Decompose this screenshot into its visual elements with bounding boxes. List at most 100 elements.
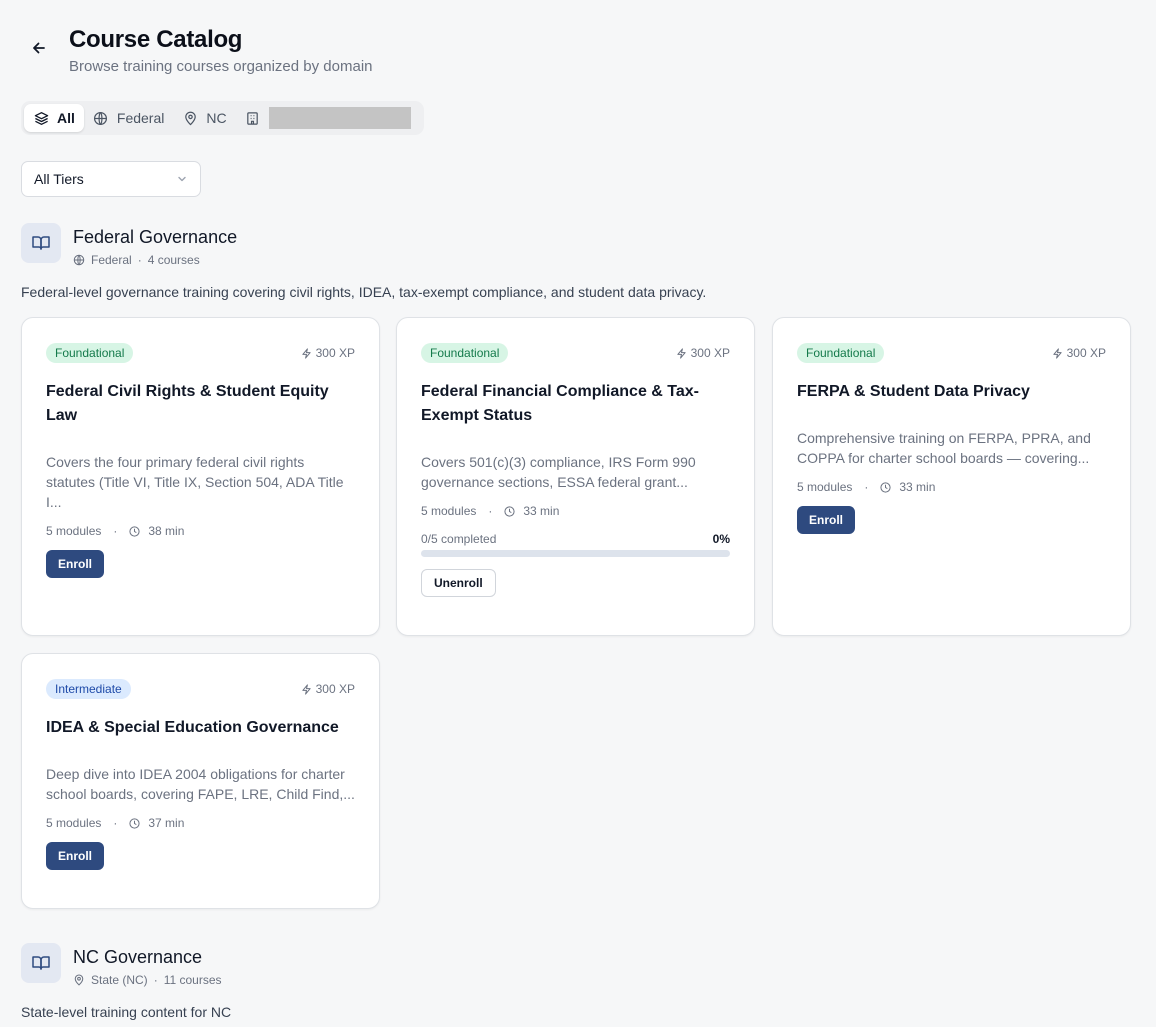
tier-badge: Foundational bbox=[797, 343, 885, 363]
domain-text: Federal Governance Federal · 4 courses bbox=[73, 223, 237, 267]
enroll-button[interactable]: Enroll bbox=[797, 506, 856, 534]
xp-value: 300 XP bbox=[315, 346, 355, 360]
card-top: Foundational 300 XP bbox=[421, 342, 730, 364]
separator: · bbox=[113, 816, 118, 830]
zap-icon bbox=[676, 347, 686, 359]
zap-icon bbox=[301, 683, 311, 695]
tier-select[interactable]: All Tiers bbox=[21, 161, 201, 197]
back-button[interactable] bbox=[28, 37, 50, 59]
tab-all[interactable]: All bbox=[24, 104, 84, 132]
card-top: Intermediate 300 XP bbox=[46, 678, 355, 700]
xp-label: 300 XP bbox=[676, 346, 730, 360]
xp-value: 300 XP bbox=[690, 346, 730, 360]
duration: 33 min bbox=[899, 480, 936, 494]
globe-icon bbox=[93, 110, 109, 126]
clock-icon bbox=[504, 505, 515, 517]
domain-text: NC Governance State (NC) · 11 courses bbox=[73, 943, 222, 987]
course-card[interactable]: Foundational 300 XP Federal Financial Co… bbox=[396, 317, 755, 636]
domain-count: 11 courses bbox=[163, 973, 222, 987]
course-meta: 5 modules · 38 min bbox=[46, 524, 355, 538]
course-description: Covers the four primary federal civil ri… bbox=[46, 454, 344, 510]
chevron-down-icon bbox=[178, 176, 186, 182]
xp-label: 300 XP bbox=[301, 346, 355, 360]
domain-meta: Federal · 4 courses bbox=[73, 253, 237, 267]
course-card[interactable]: Foundational 300 XP FERPA & Student Data… bbox=[772, 317, 1131, 636]
tab-school[interactable] bbox=[236, 104, 420, 132]
tier-badge: Intermediate bbox=[46, 679, 131, 699]
separator: · bbox=[488, 504, 493, 518]
clock-icon bbox=[129, 525, 140, 537]
course-description: Deep dive into IDEA 2004 obligations for… bbox=[46, 766, 355, 802]
map-pin-icon bbox=[182, 110, 198, 126]
duration: 33 min bbox=[523, 504, 560, 518]
xp-value: 300 XP bbox=[315, 682, 355, 696]
page-header: Course Catalog Browse training courses o… bbox=[28, 26, 373, 75]
card-top: Foundational 300 XP bbox=[797, 342, 1106, 364]
domain-title: Federal Governance bbox=[73, 227, 238, 247]
zap-icon bbox=[301, 347, 311, 359]
title-block: Course Catalog Browse training courses o… bbox=[69, 26, 373, 75]
globe-icon bbox=[73, 254, 85, 266]
course-meta: 5 modules · 37 min bbox=[46, 816, 355, 830]
domain-header-nc: NC Governance State (NC) · 11 courses bbox=[21, 943, 222, 987]
scope-filter-tabs: All Federal NC bbox=[21, 101, 424, 135]
module-count: 5 modules bbox=[46, 524, 102, 538]
tab-federal[interactable]: Federal bbox=[84, 104, 173, 132]
separator: · bbox=[864, 480, 869, 494]
module-count: 5 modules bbox=[797, 480, 853, 494]
clock-icon bbox=[880, 481, 891, 493]
domain-scope: Federal bbox=[91, 253, 132, 267]
tier-badge: Foundational bbox=[421, 343, 509, 363]
map-pin-icon bbox=[74, 974, 84, 986]
course-card[interactable]: Intermediate 300 XP IDEA & Special Educa… bbox=[21, 653, 380, 909]
course-title: IDEA & Special Education Governance bbox=[46, 719, 339, 736]
course-title: Federal Financial Compliance & Tax-Exemp… bbox=[421, 383, 699, 424]
progress-bar bbox=[421, 550, 730, 557]
tier-badge: Foundational bbox=[46, 343, 134, 363]
unenroll-button[interactable]: Unenroll bbox=[421, 569, 496, 597]
page-subtitle: Browse training courses organized by dom… bbox=[69, 58, 373, 75]
domain-description: Federal-level governance training coveri… bbox=[21, 284, 707, 300]
xp-label: 300 XP bbox=[301, 682, 355, 696]
xp-value: 300 XP bbox=[1066, 346, 1106, 360]
separator: · bbox=[113, 524, 118, 538]
duration: 37 min bbox=[148, 816, 185, 830]
building-icon bbox=[245, 110, 261, 126]
enroll-button[interactable]: Enroll bbox=[46, 550, 105, 578]
zap-icon bbox=[1052, 347, 1062, 359]
page-title: Course Catalog bbox=[69, 26, 243, 53]
tab-nc-label: NC bbox=[206, 110, 227, 126]
progress-row: 0/5 completed 0% bbox=[421, 532, 730, 546]
tier-select-value: All Tiers bbox=[34, 171, 84, 187]
domain-scope: State (NC) bbox=[91, 973, 148, 987]
tab-nc[interactable]: NC bbox=[173, 104, 235, 132]
separator: · bbox=[137, 253, 142, 267]
course-title: FERPA & Student Data Privacy bbox=[797, 383, 1030, 400]
course-card[interactable]: Foundational 300 XP Federal Civil Rights… bbox=[21, 317, 380, 636]
book-open-icon bbox=[32, 956, 50, 970]
duration: 38 min bbox=[148, 524, 185, 538]
progress-label: 0/5 completed bbox=[421, 532, 497, 546]
domain-title: NC Governance bbox=[73, 947, 203, 967]
separator: · bbox=[153, 973, 158, 987]
module-count: 5 modules bbox=[421, 504, 477, 518]
xp-label: 300 XP bbox=[1052, 346, 1106, 360]
course-title: Federal Civil Rights & Student Equity La… bbox=[46, 383, 329, 424]
progress-percent: 0% bbox=[712, 532, 730, 546]
arrow-left-icon bbox=[33, 42, 45, 54]
domain-meta: State (NC) · 11 courses bbox=[73, 973, 222, 987]
module-count: 5 modules bbox=[46, 816, 102, 830]
course-meta: 5 modules · 33 min bbox=[421, 504, 730, 518]
domain-header-federal: Federal Governance Federal · 4 courses bbox=[21, 223, 237, 267]
layers-icon bbox=[33, 110, 49, 126]
tab-all-label: All bbox=[57, 110, 75, 126]
enroll-button[interactable]: Enroll bbox=[46, 842, 105, 870]
course-description: Comprehensive training on FERPA, PPRA, a… bbox=[797, 430, 1091, 466]
domain-description: State-level training content for NC bbox=[21, 1004, 232, 1020]
card-top: Foundational 300 XP bbox=[46, 342, 355, 364]
course-description: Covers 501(c)(3) compliance, IRS Form 99… bbox=[421, 454, 696, 490]
tab-federal-label: Federal bbox=[116, 110, 165, 126]
domain-icon bbox=[21, 223, 61, 263]
course-meta: 5 modules · 33 min bbox=[797, 480, 1106, 494]
book-open-icon bbox=[32, 236, 50, 250]
